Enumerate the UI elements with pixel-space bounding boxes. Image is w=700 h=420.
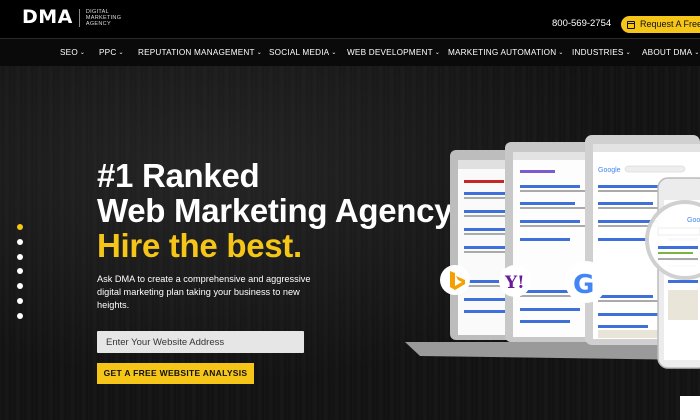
- hero-headline: #1 Ranked Web Marketing Agency Hire the …: [97, 157, 453, 264]
- nav-item-label: REPUTATION MANAGEMENT: [138, 48, 255, 57]
- request-quote-button[interactable]: Request A Free Q: [621, 16, 700, 33]
- nav-item-reputation-management[interactable]: REPUTATION MANAGEMENT ⌄: [138, 48, 262, 57]
- nav-item-label: INDUSTRIES: [572, 48, 624, 57]
- devices-illustration: Google Goo Y! G: [405, 135, 700, 369]
- nav-item-web-development[interactable]: WEB DEVELOPMENT ⌄: [347, 48, 440, 57]
- slider-dot[interactable]: [17, 224, 23, 230]
- headline-line-3: Hire the best.: [97, 227, 302, 264]
- logo[interactable]: DMA Digital Marketing Agency: [22, 8, 126, 27]
- nav-item-label: WEB DEVELOPMENT: [347, 48, 433, 57]
- slider-dot[interactable]: [17, 253, 23, 260]
- hero-subtext: Ask DMA to create a comprehensive and ag…: [97, 274, 311, 310]
- logo-tagline: Digital Marketing Agency: [85, 8, 122, 27]
- google-icon-text: G: [573, 270, 594, 300]
- nav-item-label: MARKETING AUTOMATION: [448, 48, 557, 57]
- nav-item-industries[interactable]: INDUSTRIES ⌄: [572, 48, 631, 57]
- calendar-icon: [627, 20, 635, 29]
- free-website-analysis-button[interactable]: GET A FREE WEBSITE ANALYSIS: [97, 363, 254, 384]
- chevron-down-icon: ⌄: [434, 50, 441, 56]
- top-bar: DMA Digital Marketing Agency 800-569-275…: [0, 0, 700, 38]
- chevron-down-icon: ⌄: [694, 50, 700, 56]
- chevron-down-icon: ⌄: [256, 50, 262, 56]
- nav-item-label: ABOUT DMA: [642, 48, 693, 57]
- logo-divider: [78, 8, 80, 27]
- chevron-down-icon: ⌄: [558, 50, 564, 56]
- yahoo-icon: Y!: [499, 265, 531, 297]
- chevron-down-icon: ⌄: [118, 50, 124, 56]
- svg-text:Goo: Goo: [687, 217, 700, 224]
- nav-item-seo[interactable]: SEO ⌄: [60, 48, 85, 57]
- nav-item-social-media[interactable]: SOCIAL MEDIA ⌄: [269, 48, 337, 57]
- nav-item-ppc[interactable]: PPC ⌄: [99, 48, 124, 57]
- chevron-down-icon: ⌄: [79, 50, 86, 56]
- request-quote-label: Request A Free Q: [640, 19, 700, 29]
- google-icon: G: [565, 261, 607, 303]
- nav-item-about-dma[interactable]: ABOUT DMA ⌄: [642, 48, 700, 57]
- headline-line-2: Web Marketing Agency: [97, 192, 453, 229]
- nav-item-label: SOCIAL MEDIA: [269, 48, 330, 57]
- corner-widget[interactable]: [680, 396, 700, 420]
- slider-dot[interactable]: [17, 312, 23, 319]
- nav-item-label: PPC: [99, 48, 117, 57]
- bing-icon: [440, 265, 470, 295]
- main-nav: SEO ⌄ PPC ⌄ REPUTATION MANAGEMENT ⌄ SOCIAL …: [0, 38, 700, 66]
- slider-dot[interactable]: [17, 283, 23, 290]
- yahoo-icon-text: Y!: [504, 273, 525, 293]
- chevron-down-icon: ⌄: [331, 50, 337, 56]
- slider-dot[interactable]: [17, 268, 23, 275]
- slider-dots: [17, 224, 25, 328]
- nav-item-label: SEO: [60, 48, 78, 57]
- phone-number[interactable]: 800-569-2754: [552, 18, 611, 29]
- slider-dot[interactable]: [17, 238, 23, 245]
- logo-mark: DMA: [22, 6, 73, 28]
- chevron-down-icon: ⌄: [625, 50, 631, 56]
- slider-dot[interactable]: [17, 297, 23, 304]
- nav-item-marketing-automation[interactable]: MARKETING AUTOMATION ⌄: [448, 48, 564, 57]
- website-address-input[interactable]: [97, 331, 304, 353]
- headline-line-1: #1 Ranked: [97, 157, 260, 194]
- google-wordmark: Google: [598, 167, 621, 174]
